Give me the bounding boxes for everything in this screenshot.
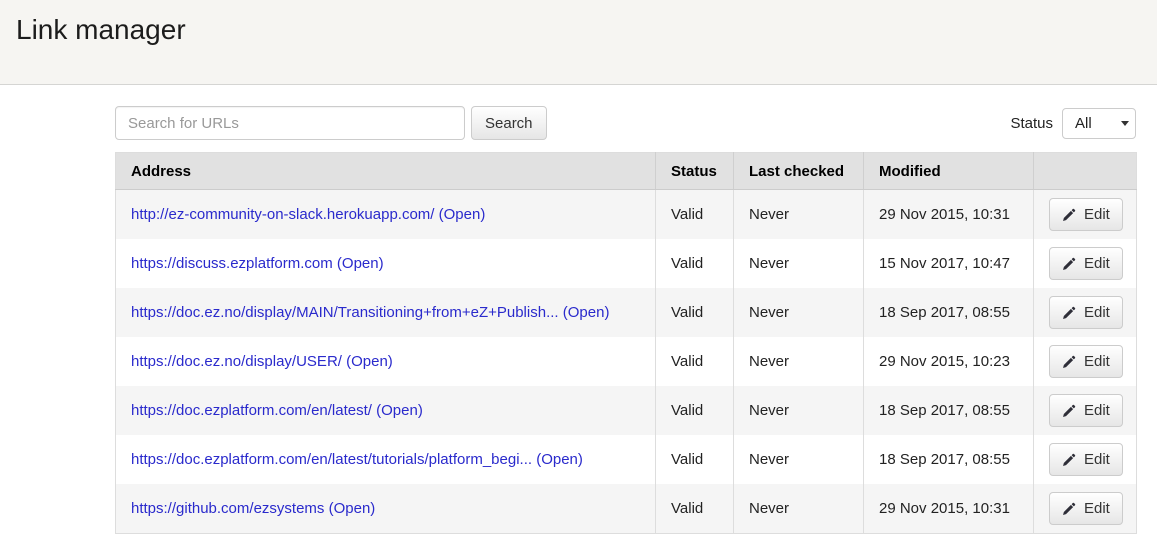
column-header-status: Status: [656, 153, 734, 190]
url-link[interactable]: https://doc.ez.no/display/USER/: [131, 353, 342, 370]
edit-button[interactable]: Edit: [1049, 394, 1123, 427]
actions-cell: Edit: [1034, 337, 1137, 386]
modified-cell: 18 Sep 2017, 08:55: [864, 288, 1034, 337]
address-cell: https://doc.ezplatform.com/en/latest/ (O…: [116, 386, 656, 435]
open-link[interactable]: (Open): [346, 353, 393, 370]
last-checked-cell: Never: [734, 337, 864, 386]
column-header-actions: [1034, 153, 1137, 190]
url-link[interactable]: https://doc.ez.no/display/MAIN/Transitio…: [131, 304, 559, 321]
toolbar: Search Status All: [115, 106, 1136, 140]
status-cell: Valid: [656, 239, 734, 288]
edit-button-label: Edit: [1084, 304, 1110, 321]
address-cell: https://doc.ez.no/display/MAIN/Transitio…: [116, 288, 656, 337]
last-checked-cell: Never: [734, 288, 864, 337]
links-table: Address Status Last checked Modified htt…: [115, 152, 1137, 534]
pencil-icon: [1062, 502, 1076, 516]
pencil-icon: [1062, 257, 1076, 271]
page-header: Link manager: [0, 0, 1157, 85]
open-link[interactable]: (Open): [536, 451, 583, 468]
modified-cell: 18 Sep 2017, 08:55: [864, 386, 1034, 435]
actions-cell: Edit: [1034, 190, 1137, 240]
edit-button[interactable]: Edit: [1049, 247, 1123, 280]
pencil-icon: [1062, 355, 1076, 369]
modified-cell: 29 Nov 2015, 10:31: [864, 484, 1034, 534]
edit-button[interactable]: Edit: [1049, 443, 1123, 476]
actions-cell: Edit: [1034, 435, 1137, 484]
pencil-icon: [1062, 453, 1076, 467]
status-cell: Valid: [656, 484, 734, 534]
status-cell: Valid: [656, 386, 734, 435]
table-row: https://doc.ezplatform.com/en/latest/ (O…: [116, 386, 1137, 435]
column-header-address: Address: [116, 153, 656, 190]
edit-button-label: Edit: [1084, 500, 1110, 517]
table-row: http://ez-community-on-slack.herokuapp.c…: [116, 190, 1137, 240]
edit-button-label: Edit: [1084, 255, 1110, 272]
column-header-modified: Modified: [864, 153, 1034, 190]
status-cell: Valid: [656, 288, 734, 337]
table-row: https://doc.ez.no/display/MAIN/Transitio…: [116, 288, 1137, 337]
modified-cell: 29 Nov 2015, 10:23: [864, 337, 1034, 386]
edit-button[interactable]: Edit: [1049, 345, 1123, 378]
status-cell: Valid: [656, 190, 734, 240]
table-row: https://discuss.ezplatform.com (Open) Va…: [116, 239, 1137, 288]
last-checked-cell: Never: [734, 484, 864, 534]
table-row: https://doc.ezplatform.com/en/latest/tut…: [116, 435, 1137, 484]
status-filter-select[interactable]: All: [1062, 108, 1136, 139]
address-cell: https://github.com/ezsystems (Open): [116, 484, 656, 534]
url-link[interactable]: https://github.com/ezsystems: [131, 500, 324, 517]
search-input[interactable]: [115, 106, 465, 140]
pencil-icon: [1062, 404, 1076, 418]
url-link[interactable]: https://discuss.ezplatform.com: [131, 255, 333, 272]
chevron-down-icon: [1121, 121, 1129, 126]
status-filter-label: Status: [1010, 115, 1053, 132]
last-checked-cell: Never: [734, 386, 864, 435]
search-button[interactable]: Search: [471, 106, 547, 140]
table-row: https://github.com/ezsystems (Open) Vali…: [116, 484, 1137, 534]
pencil-icon: [1062, 208, 1076, 222]
url-link[interactable]: https://doc.ezplatform.com/en/latest/tut…: [131, 451, 532, 468]
column-header-last-checked: Last checked: [734, 153, 864, 190]
address-cell: https://doc.ezplatform.com/en/latest/tut…: [116, 435, 656, 484]
actions-cell: Edit: [1034, 239, 1137, 288]
actions-cell: Edit: [1034, 386, 1137, 435]
open-link[interactable]: (Open): [376, 402, 423, 419]
last-checked-cell: Never: [734, 239, 864, 288]
last-checked-cell: Never: [734, 435, 864, 484]
url-link[interactable]: https://doc.ezplatform.com/en/latest/: [131, 402, 372, 419]
actions-cell: Edit: [1034, 484, 1137, 534]
link-manager-content: Search Status All Address Status Last ch…: [115, 106, 1136, 534]
edit-button[interactable]: Edit: [1049, 492, 1123, 525]
modified-cell: 29 Nov 2015, 10:31: [864, 190, 1034, 240]
table-row: https://doc.ez.no/display/USER/ (Open) V…: [116, 337, 1137, 386]
edit-button-label: Edit: [1084, 353, 1110, 370]
pencil-icon: [1062, 306, 1076, 320]
open-link[interactable]: (Open): [337, 255, 384, 272]
open-link[interactable]: (Open): [329, 500, 376, 517]
last-checked-cell: Never: [734, 190, 864, 240]
edit-button[interactable]: Edit: [1049, 198, 1123, 231]
edit-button[interactable]: Edit: [1049, 296, 1123, 329]
address-cell: https://doc.ez.no/display/USER/ (Open): [116, 337, 656, 386]
status-cell: Valid: [656, 337, 734, 386]
edit-button-label: Edit: [1084, 402, 1110, 419]
status-cell: Valid: [656, 435, 734, 484]
actions-cell: Edit: [1034, 288, 1137, 337]
page-title: Link manager: [16, 14, 1141, 46]
open-link[interactable]: (Open): [563, 304, 610, 321]
open-link[interactable]: (Open): [439, 206, 486, 223]
modified-cell: 15 Nov 2017, 10:47: [864, 239, 1034, 288]
status-filter-value: All: [1075, 115, 1092, 132]
table-header-row: Address Status Last checked Modified: [116, 153, 1137, 190]
edit-button-label: Edit: [1084, 451, 1110, 468]
address-cell: https://discuss.ezplatform.com (Open): [116, 239, 656, 288]
address-cell: http://ez-community-on-slack.herokuapp.c…: [116, 190, 656, 240]
edit-button-label: Edit: [1084, 206, 1110, 223]
url-link[interactable]: http://ez-community-on-slack.herokuapp.c…: [131, 206, 434, 223]
modified-cell: 18 Sep 2017, 08:55: [864, 435, 1034, 484]
